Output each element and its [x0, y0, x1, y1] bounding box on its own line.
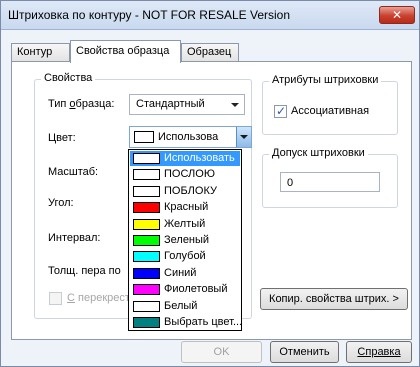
color-swatch [133, 218, 160, 230]
crosshatch-label: С перекрест [67, 292, 130, 304]
color-option-label: ПОСЛОЮ [164, 168, 215, 181]
tolerance-title: Допуск штриховки [269, 147, 368, 159]
ok-button[interactable]: OK [181, 341, 262, 363]
tolerance-input[interactable]: 0 [280, 172, 380, 192]
color-option[interactable]: Белый [130, 299, 240, 314]
color-option[interactable]: Использовать [130, 151, 240, 166]
help-button[interactable]: Справка [346, 341, 412, 363]
crosshatch-checkbox[interactable] [49, 292, 62, 305]
color-option[interactable]: Фиолетовый [130, 282, 240, 297]
color-option-label: Красный [164, 201, 209, 214]
color-option[interactable]: Красный [130, 200, 240, 215]
pen-width-label: Толщ. пера по [48, 265, 121, 277]
color-swatch [133, 169, 160, 181]
color-option[interactable]: Голубой [130, 249, 240, 264]
color-option[interactable]: Выбрать цвет... [130, 315, 243, 330]
color-label: Цвет: [48, 132, 76, 144]
color-option-label: Белый [164, 299, 198, 312]
color-option-label: Использовать [164, 152, 235, 164]
color-dropdown-list[interactable]: Использовать ПОСЛОЮ ПОБЛОКУ Красный Желтый Зе… [128, 149, 242, 331]
angle-label: Угол: [48, 197, 74, 209]
tab-pattern-properties[interactable]: Свойства образца [70, 40, 181, 63]
color-swatch [133, 251, 160, 263]
color-option[interactable]: ПОБЛОКУ [130, 184, 240, 199]
tab-contour[interactable]: Контур [11, 43, 70, 62]
hatch-attributes-title: Атрибуты штриховки [269, 74, 382, 86]
associative-checkbox[interactable] [274, 104, 287, 118]
associative-label: Ассоциативная [291, 105, 370, 117]
color-option-label: Желтый [164, 217, 206, 230]
color-swatch [133, 153, 160, 164]
color-swatch [133, 284, 160, 296]
color-option[interactable]: Зеленый [130, 233, 240, 248]
color-option-label: Фиолетовый [164, 283, 228, 296]
color-swatch [133, 202, 160, 214]
color-option-label: Синий [164, 266, 197, 279]
color-option-label: Выбрать цвет... [164, 316, 243, 328]
color-swatch [133, 317, 160, 328]
title-bar[interactable]: Штриховка по контуру - NOT FOR RESALE Ve… [1, 1, 419, 30]
color-option[interactable]: ПОСЛОЮ [130, 167, 240, 182]
tab-pattern[interactable]: Образец [181, 43, 239, 62]
color-option-label: Зеленый [164, 234, 210, 246]
color-swatch [133, 300, 160, 312]
scale-label: Масштаб: [48, 166, 99, 178]
color-swatch [133, 267, 160, 279]
cancel-button[interactable]: Отменить [270, 341, 339, 363]
window-title: Штриховка по контуру - NOT FOR RESALE Ve… [8, 8, 291, 22]
color-select[interactable]: Использова [129, 126, 252, 148]
close-icon: ✕ [391, 8, 403, 22]
pattern-type-label: Тип образца: [48, 98, 115, 110]
hatch-dialog: Штриховка по контуру - NOT FOR RESALE Ve… [0, 0, 420, 367]
chevron-down-icon [231, 103, 239, 107]
close-button[interactable]: ✕ [379, 6, 415, 24]
properties-group-title: Свойства [41, 72, 96, 84]
color-option-label: ПОБЛОКУ [164, 184, 217, 197]
color-option[interactable]: Желтый [130, 217, 240, 232]
interval-label: Интервал: [48, 232, 101, 244]
color-swatch [133, 235, 160, 246]
pattern-type-select[interactable]: Стандартный [129, 94, 245, 115]
color-swatch [133, 185, 160, 197]
copy-hatch-properties-button[interactable]: Копир. свойства штрих. > [260, 288, 408, 310]
chevron-down-icon[interactable] [236, 127, 251, 147]
color-option[interactable]: Синий [130, 266, 240, 281]
color-option-label: Голубой [164, 250, 206, 263]
color-swatch [134, 131, 154, 143]
